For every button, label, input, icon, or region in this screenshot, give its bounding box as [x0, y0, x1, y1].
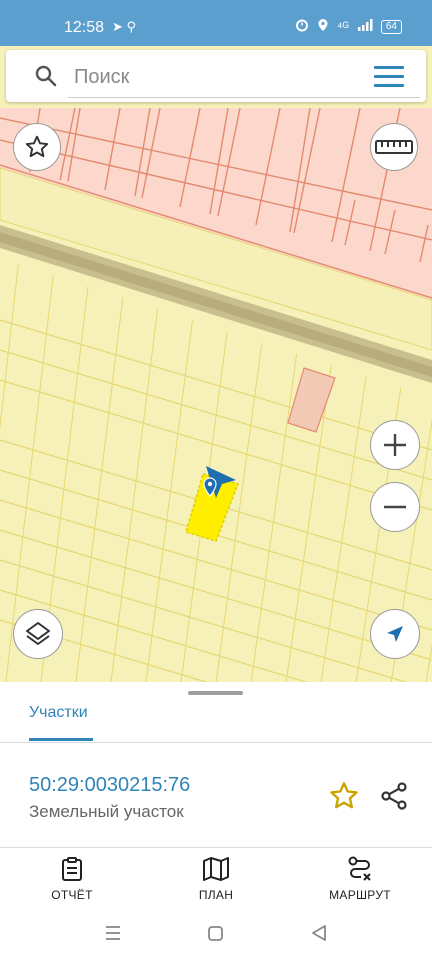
favorite-parcel-button[interactable] [328, 780, 360, 812]
alarm-icon [295, 18, 309, 35]
route-icon [348, 856, 371, 881]
plan-button[interactable]: ПЛАН [166, 856, 266, 902]
minus-icon [384, 505, 406, 509]
share-button[interactable] [378, 780, 410, 812]
report-button[interactable]: ОТЧЁТ [22, 856, 122, 902]
location-icon [317, 18, 329, 35]
report-label: ОТЧЁТ [51, 888, 93, 902]
zoom-out-button[interactable] [370, 482, 420, 532]
share-icon [381, 782, 407, 810]
ruler-button[interactable] [370, 123, 418, 171]
network-label: ⁴ᴳ [336, 19, 349, 34]
clipboard-icon [62, 857, 82, 881]
favorites-button[interactable] [13, 123, 61, 171]
my-location-button[interactable] [370, 609, 420, 659]
parcel-type: Земельный участок [29, 802, 184, 821]
plus-icon [384, 434, 406, 456]
battery-indicator: 64 [380, 19, 402, 34]
system-navigation-bar [0, 904, 432, 960]
layers-icon [26, 622, 50, 645]
map-icon [203, 857, 229, 881]
parcel-number[interactable]: 50:29:0030215:76 [29, 774, 190, 797]
search-input[interactable] [72, 60, 354, 94]
recent-apps-icon[interactable] [106, 926, 120, 940]
star-icon [25, 135, 49, 158]
route-button[interactable]: МАРШРУТ [310, 856, 410, 902]
status-bar: 12:58 ➤ ⚲ ⁴ᴳ 64 [0, 0, 432, 46]
status-right-icons: ⁴ᴳ 64 [295, 18, 402, 35]
back-icon[interactable] [312, 925, 326, 941]
drag-handle[interactable] [188, 691, 243, 695]
menu-icon[interactable] [374, 66, 404, 88]
tab-indicator [29, 738, 93, 741]
map-view[interactable] [0, 46, 432, 682]
signal-icon [357, 19, 373, 34]
notification-icons: ➤ ⚲ [112, 19, 137, 34]
ruler-icon [375, 140, 413, 154]
route-label: МАРШРУТ [329, 888, 391, 902]
cadastral-map [0, 46, 432, 682]
zoom-in-button[interactable] [370, 420, 420, 470]
tab-parcels[interactable]: Участки [29, 704, 88, 722]
home-icon[interactable] [208, 926, 223, 941]
plan-label: ПЛАН [198, 888, 234, 902]
search-icon[interactable] [34, 64, 58, 88]
star-icon [330, 782, 358, 809]
status-time: 12:58 [64, 19, 105, 36]
tab-divider [0, 742, 432, 743]
bottom-nav-divider [0, 847, 432, 848]
search-bar [6, 50, 426, 102]
navigation-arrow-icon [387, 626, 403, 642]
search-underline [68, 97, 420, 98]
layers-button[interactable] [13, 609, 63, 659]
